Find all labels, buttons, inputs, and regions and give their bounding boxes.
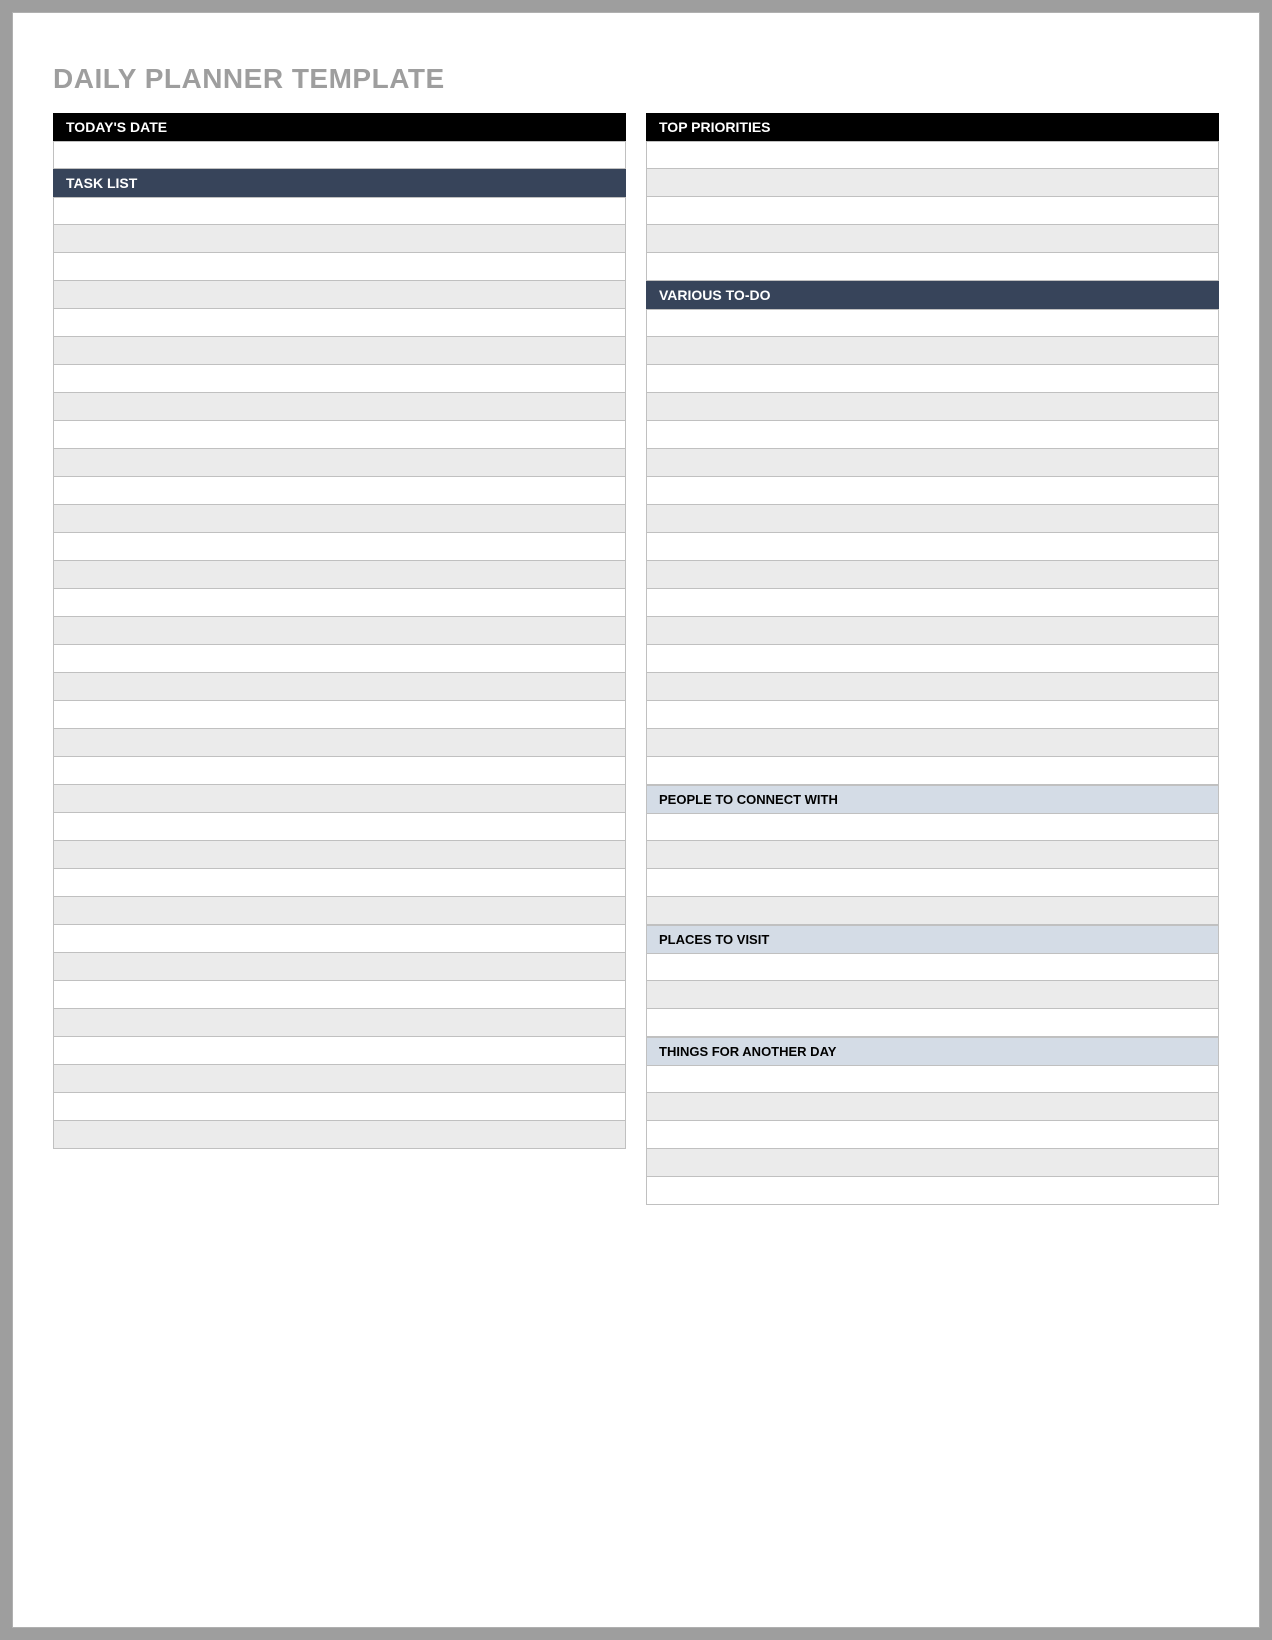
things-another-day-rows <box>646 1065 1219 1205</box>
input-row[interactable] <box>53 365 626 393</box>
input-row[interactable] <box>646 729 1219 757</box>
input-row[interactable] <box>646 449 1219 477</box>
todays-date-rows <box>53 141 626 169</box>
input-row[interactable] <box>646 421 1219 449</box>
input-row[interactable] <box>53 1009 626 1037</box>
input-row[interactable] <box>53 1065 626 1093</box>
input-row[interactable] <box>53 589 626 617</box>
input-row[interactable] <box>53 197 626 225</box>
input-row[interactable] <box>53 281 626 309</box>
input-row[interactable] <box>53 953 626 981</box>
input-row[interactable] <box>53 449 626 477</box>
input-row[interactable] <box>646 365 1219 393</box>
input-row[interactable] <box>53 813 626 841</box>
input-row[interactable] <box>53 757 626 785</box>
top-priorities-header: TOP PRIORITIES <box>646 113 1219 141</box>
input-row[interactable] <box>646 1177 1219 1205</box>
input-row[interactable] <box>53 393 626 421</box>
input-row[interactable] <box>53 897 626 925</box>
input-row[interactable] <box>646 197 1219 225</box>
input-row[interactable] <box>53 337 626 365</box>
input-row[interactable] <box>646 477 1219 505</box>
input-row[interactable] <box>646 561 1219 589</box>
input-row[interactable] <box>646 673 1219 701</box>
todays-date-header: TODAY'S DATE <box>53 113 626 141</box>
input-row[interactable] <box>646 813 1219 841</box>
input-row[interactable] <box>53 1121 626 1149</box>
input-row[interactable] <box>53 617 626 645</box>
input-row[interactable] <box>646 1009 1219 1037</box>
places-to-visit-rows <box>646 953 1219 1037</box>
columns-container: TODAY'S DATE TASK LIST TOP PRIORITIES VA… <box>53 113 1219 1205</box>
input-row[interactable] <box>646 981 1219 1009</box>
task-list-header: TASK LIST <box>53 169 626 197</box>
places-to-visit-header: PLACES TO VISIT <box>646 925 1219 953</box>
input-row[interactable] <box>646 225 1219 253</box>
input-row[interactable] <box>646 841 1219 869</box>
input-row[interactable] <box>646 617 1219 645</box>
input-row[interactable] <box>646 337 1219 365</box>
input-row[interactable] <box>53 225 626 253</box>
input-row[interactable] <box>646 701 1219 729</box>
input-row[interactable] <box>53 981 626 1009</box>
task-list-rows <box>53 197 626 1149</box>
input-row[interactable] <box>646 169 1219 197</box>
input-row[interactable] <box>646 253 1219 281</box>
input-row[interactable] <box>646 897 1219 925</box>
input-row[interactable] <box>53 841 626 869</box>
people-to-connect-header: PEOPLE TO CONNECT WITH <box>646 785 1219 813</box>
input-row[interactable] <box>646 393 1219 421</box>
input-row[interactable] <box>646 645 1219 673</box>
input-row[interactable] <box>53 309 626 337</box>
top-priorities-rows <box>646 141 1219 281</box>
left-column: TODAY'S DATE TASK LIST <box>53 113 626 1205</box>
input-row[interactable] <box>53 561 626 589</box>
input-row[interactable] <box>53 869 626 897</box>
input-row[interactable] <box>646 1065 1219 1093</box>
input-row[interactable] <box>53 925 626 953</box>
input-row[interactable] <box>53 645 626 673</box>
input-row[interactable] <box>53 701 626 729</box>
input-row[interactable] <box>646 1149 1219 1177</box>
input-row[interactable] <box>646 953 1219 981</box>
input-row[interactable] <box>53 729 626 757</box>
input-row[interactable] <box>646 1121 1219 1149</box>
input-row[interactable] <box>53 141 626 169</box>
input-row[interactable] <box>646 505 1219 533</box>
input-row[interactable] <box>53 505 626 533</box>
page-title: DAILY PLANNER TEMPLATE <box>53 63 1219 95</box>
input-row[interactable] <box>53 1093 626 1121</box>
input-row[interactable] <box>646 533 1219 561</box>
right-column: TOP PRIORITIES VARIOUS TO-DO PEOPLE TO C… <box>646 113 1219 1205</box>
page: DAILY PLANNER TEMPLATE TODAY'S DATE TASK… <box>12 12 1260 1628</box>
input-row[interactable] <box>53 1037 626 1065</box>
input-row[interactable] <box>53 673 626 701</box>
input-row[interactable] <box>646 757 1219 785</box>
input-row[interactable] <box>646 1093 1219 1121</box>
input-row[interactable] <box>53 253 626 281</box>
various-todo-rows <box>646 309 1219 785</box>
input-row[interactable] <box>53 533 626 561</box>
input-row[interactable] <box>53 785 626 813</box>
people-to-connect-rows <box>646 813 1219 925</box>
input-row[interactable] <box>646 869 1219 897</box>
input-row[interactable] <box>646 589 1219 617</box>
input-row[interactable] <box>53 421 626 449</box>
things-another-day-header: THINGS FOR ANOTHER DAY <box>646 1037 1219 1065</box>
input-row[interactable] <box>646 141 1219 169</box>
input-row[interactable] <box>646 309 1219 337</box>
various-todo-header: VARIOUS TO-DO <box>646 281 1219 309</box>
input-row[interactable] <box>53 477 626 505</box>
